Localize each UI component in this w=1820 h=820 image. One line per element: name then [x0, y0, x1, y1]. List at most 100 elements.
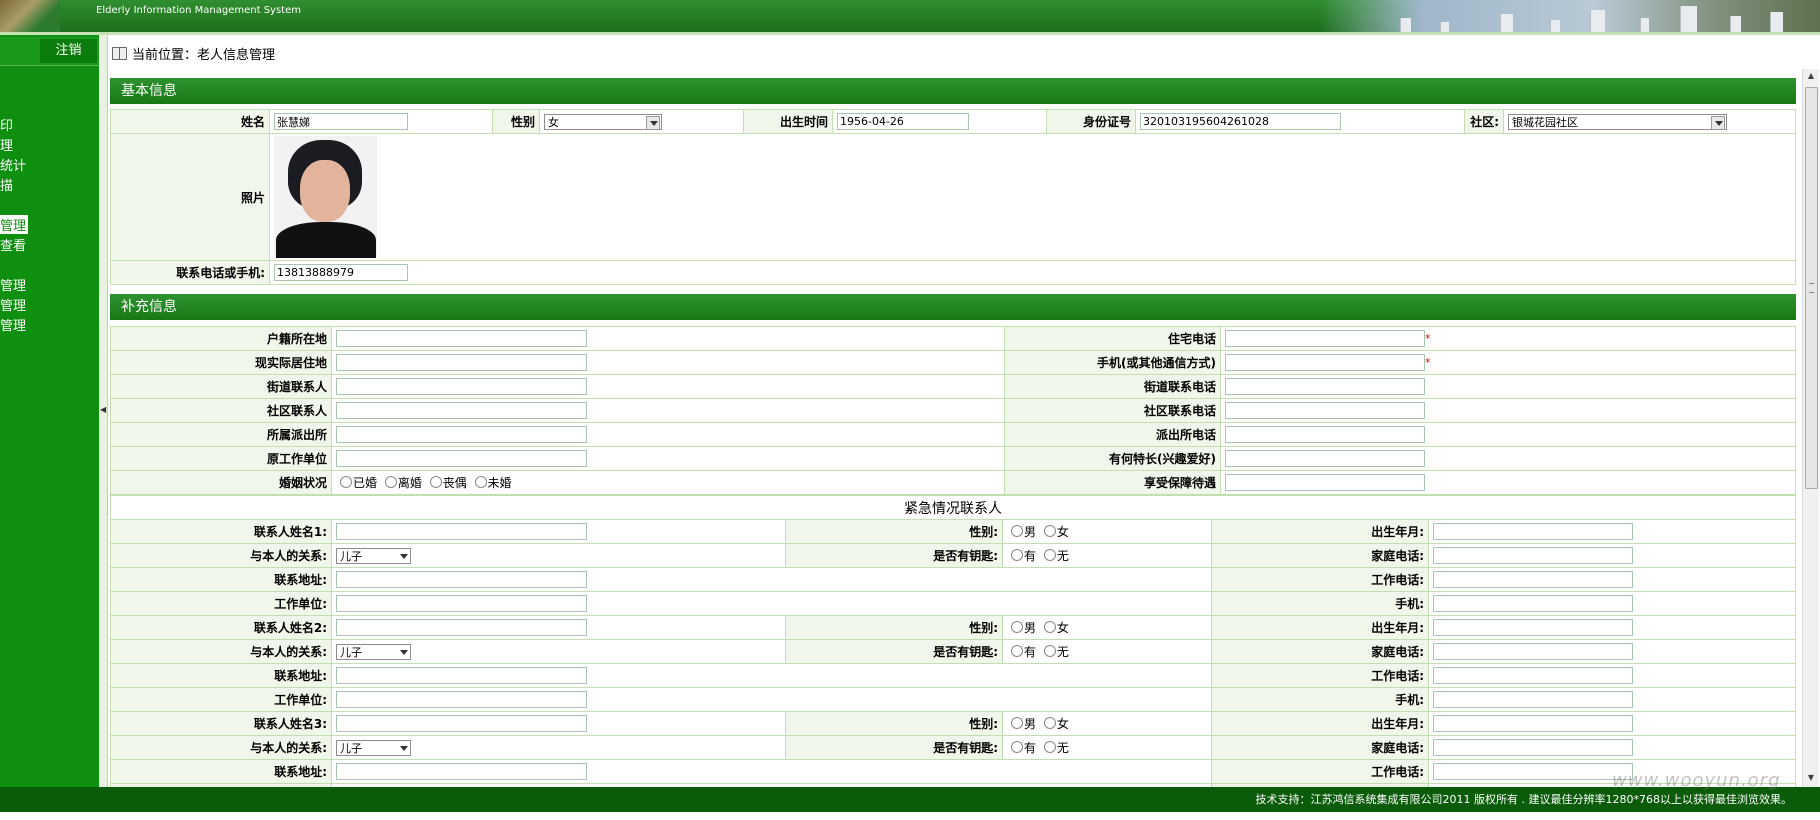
key-radio[interactable] [1043, 741, 1056, 753]
contact-birth-input[interactable] [1433, 523, 1633, 540]
contact-mobile-input[interactable] [1433, 691, 1633, 708]
name-input[interactable] [274, 113, 408, 130]
book-icon [112, 47, 127, 60]
sidebar-item[interactable]: 管理 [0, 275, 26, 294]
key-radio[interactable] [1011, 741, 1023, 753]
emergency-title: 紧急情况联系人 [110, 495, 1796, 520]
marital-radio[interactable] [340, 476, 352, 488]
community-phone-input[interactable] [1225, 402, 1425, 419]
vertical-scrollbar[interactable]: ▲ ▼ [1802, 69, 1819, 787]
relation-select[interactable]: 儿子 [336, 643, 411, 660]
former-employer-input[interactable] [336, 450, 587, 467]
breadcrumb: 当前位置：老人信息管理 [112, 44, 275, 63]
extra-right-label: 街道联系电话 [1004, 374, 1221, 399]
benefit-label: 享受保障待遇 [1004, 470, 1221, 495]
sidebar-item[interactable]: 查看 [0, 235, 26, 254]
phone-input[interactable] [274, 264, 408, 281]
sidebar-item[interactable]: 理 [0, 135, 13, 154]
extra-left-label: 现实际居住地 [110, 350, 332, 375]
key-radio[interactable] [1043, 645, 1056, 657]
contact-name-input[interactable] [336, 523, 587, 540]
logout-row: 注销 [0, 37, 99, 66]
sidebar-item[interactable]: 管理 [0, 295, 26, 314]
street-contact-input[interactable] [336, 378, 587, 395]
extra-right-label: 手机(或其他通信方式) [1004, 350, 1221, 375]
police-phone-input[interactable] [1225, 426, 1425, 443]
contact-home-phone-input[interactable] [1433, 643, 1633, 660]
sidebar-collapse-bar[interactable]: ◀ [99, 35, 108, 787]
gender-option-label: 女 [1056, 621, 1069, 635]
sidebar-item[interactable]: 管理 [0, 315, 26, 334]
relation-selected: 儿子 [340, 741, 362, 755]
watermark: www.wooyun.org [1612, 770, 1781, 791]
contact-mobile-input[interactable] [1433, 595, 1633, 612]
relation-select[interactable]: 儿子 [336, 547, 411, 564]
contact-birth-input[interactable] [1433, 619, 1633, 636]
contact-work-unit-input[interactable] [336, 595, 587, 612]
contact-name-input[interactable] [336, 619, 587, 636]
address-label: 联系地址: [110, 567, 332, 592]
sidebar-item[interactable]: 描 [0, 175, 13, 194]
gender-radio[interactable] [1043, 621, 1056, 633]
contact-home-phone-input[interactable] [1433, 739, 1633, 756]
sidebar-item[interactable]: 印 [0, 115, 13, 134]
extra-left-label: 原工作单位 [110, 446, 332, 471]
sidebar-item-active[interactable]: 管理 [0, 215, 29, 234]
gender-radio[interactable] [1043, 717, 1056, 729]
contact-name-input[interactable] [336, 715, 587, 732]
marital-radio[interactable] [384, 476, 397, 488]
mobile-label: 手机: [1211, 687, 1429, 712]
residence-address-input[interactable] [336, 354, 587, 371]
key-radio[interactable] [1011, 549, 1023, 561]
community-select[interactable]: 银城花园社区 [1508, 113, 1727, 130]
gender-selected: 女 [548, 115, 559, 129]
mobile-input[interactable] [1225, 354, 1425, 371]
contact-work-unit-input[interactable] [336, 691, 587, 708]
contact-work-phone-input[interactable] [1433, 763, 1633, 780]
street-phone-input[interactable] [1225, 378, 1425, 395]
scroll-down-icon[interactable]: ▼ [1805, 773, 1817, 785]
gender-radio[interactable] [1043, 525, 1056, 537]
scroll-up-icon[interactable]: ▲ [1805, 71, 1817, 83]
extra-right-label: 社区联系电话 [1004, 398, 1221, 423]
key-option-label: 有 [1024, 549, 1037, 563]
contact-birth-label: 出生年月: [1211, 519, 1429, 544]
footer: 技术支持：江苏鸿信系统集成有限公司2011 版权所有 . 建议最佳分辨率1280… [0, 787, 1820, 812]
home-phone-input[interactable] [1225, 330, 1425, 347]
extra-right-label: 住宅电话 [1004, 326, 1221, 351]
community-contact-input[interactable] [336, 402, 587, 419]
benefit-input[interactable] [1225, 474, 1425, 491]
marital-radio[interactable] [429, 476, 442, 488]
contact-address-input[interactable] [336, 763, 587, 780]
household-address-input[interactable] [336, 330, 587, 347]
gender-radio[interactable] [1011, 717, 1023, 729]
contact-work-phone-input[interactable] [1433, 571, 1633, 588]
contact-birth-input[interactable] [1433, 715, 1633, 732]
id-input[interactable] [1140, 113, 1341, 130]
contact-work-phone-input[interactable] [1433, 667, 1633, 684]
police-station-input[interactable] [336, 426, 587, 443]
sidebar-item[interactable]: 统计 [0, 155, 26, 174]
birth-input[interactable] [837, 113, 969, 130]
extra-right-label: 有何特长(兴趣爱好) [1004, 446, 1221, 471]
key-option-label: 有 [1024, 645, 1037, 659]
gender-radio[interactable] [1011, 525, 1023, 537]
contact-home-phone-input[interactable] [1433, 547, 1633, 564]
key-radio[interactable] [1011, 645, 1023, 657]
marital-radio[interactable] [474, 476, 487, 488]
hobbies-input[interactable] [1225, 450, 1425, 467]
relation-select[interactable]: 儿子 [336, 739, 411, 756]
gender-select[interactable]: 女 [544, 113, 662, 130]
contact-address-input[interactable] [336, 667, 587, 684]
home-phone-label: 家庭电话: [1211, 639, 1429, 664]
contact-address-input[interactable] [336, 571, 587, 588]
birth-label: 出生时间 [743, 109, 833, 134]
gender-radio[interactable] [1011, 621, 1023, 633]
basic-info-table: 姓名 性别 女 出生时间 身份证号 社区: 银城花园社区 照片 联系电话或手机: [110, 109, 1796, 285]
chevron-down-icon [397, 646, 409, 658]
collapse-arrow-icon[interactable]: ◀ [100, 405, 106, 414]
key-radio[interactable] [1043, 549, 1056, 561]
scroll-thumb[interactable] [1805, 87, 1818, 489]
logout-button[interactable]: 注销 [40, 39, 97, 63]
chevron-down-icon [646, 115, 660, 130]
